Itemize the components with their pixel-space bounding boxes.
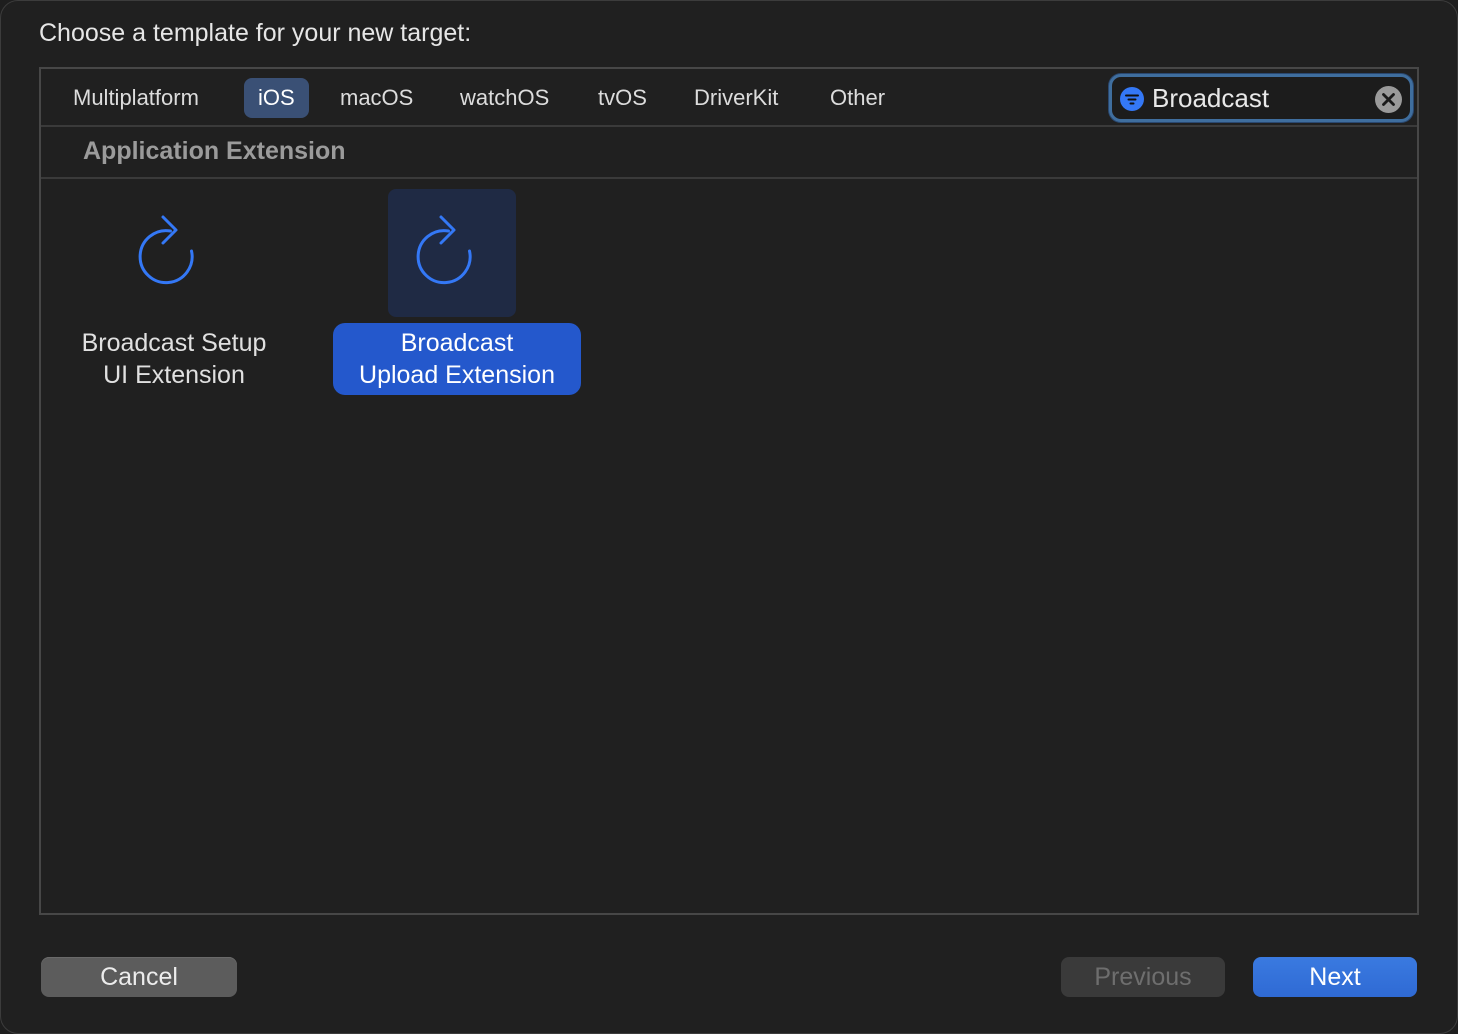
template-label: Broadcast Setup UI Extension xyxy=(49,323,299,395)
template-broadcast-setup-ui-extension[interactable]: Broadcast Setup UI Extension xyxy=(49,189,299,409)
platform-tab-bar: Multiplatform iOS macOS watchOS tvOS Dri… xyxy=(41,69,1417,127)
clear-icon[interactable] xyxy=(1375,86,1402,113)
clockwise-arrow-icon xyxy=(416,215,472,285)
template-chooser-dialog: Choose a template for your new target: M… xyxy=(0,0,1458,1034)
tab-tvos[interactable]: tvOS xyxy=(584,78,661,118)
template-label-line2: Upload Extension xyxy=(359,361,555,389)
previous-button[interactable]: Previous xyxy=(1061,957,1225,997)
cancel-button[interactable]: Cancel xyxy=(41,957,237,997)
template-label-line2: UI Extension xyxy=(103,361,245,389)
section-title: Application Extension xyxy=(83,137,346,165)
dialog-prompt: Choose a template for your new target: xyxy=(39,19,472,47)
clockwise-arrow-icon xyxy=(138,215,194,285)
tab-other[interactable]: Other xyxy=(816,78,899,118)
tab-multiplatform[interactable]: Multiplatform xyxy=(59,78,213,118)
filter-icon[interactable] xyxy=(1120,87,1144,111)
template-icon-container xyxy=(110,189,238,317)
template-label: Broadcast Upload Extension xyxy=(333,323,581,395)
tab-watchos[interactable]: watchOS xyxy=(446,78,563,118)
search-input[interactable] xyxy=(1152,81,1372,115)
tab-macos[interactable]: macOS xyxy=(326,78,427,118)
tab-ios[interactable]: iOS xyxy=(244,78,309,118)
next-button[interactable]: Next xyxy=(1253,957,1417,997)
section-header: Application Extension xyxy=(41,127,1417,179)
template-broadcast-upload-extension[interactable]: Broadcast Upload Extension xyxy=(327,189,581,409)
template-icon-container xyxy=(388,189,516,317)
template-label-line1: Broadcast xyxy=(400,329,514,357)
template-label-line1: Broadcast Setup xyxy=(81,329,267,357)
search-field[interactable] xyxy=(1109,74,1413,122)
tab-driverkit[interactable]: DriverKit xyxy=(680,78,792,118)
template-panel: Multiplatform iOS macOS watchOS tvOS Dri… xyxy=(39,67,1419,915)
